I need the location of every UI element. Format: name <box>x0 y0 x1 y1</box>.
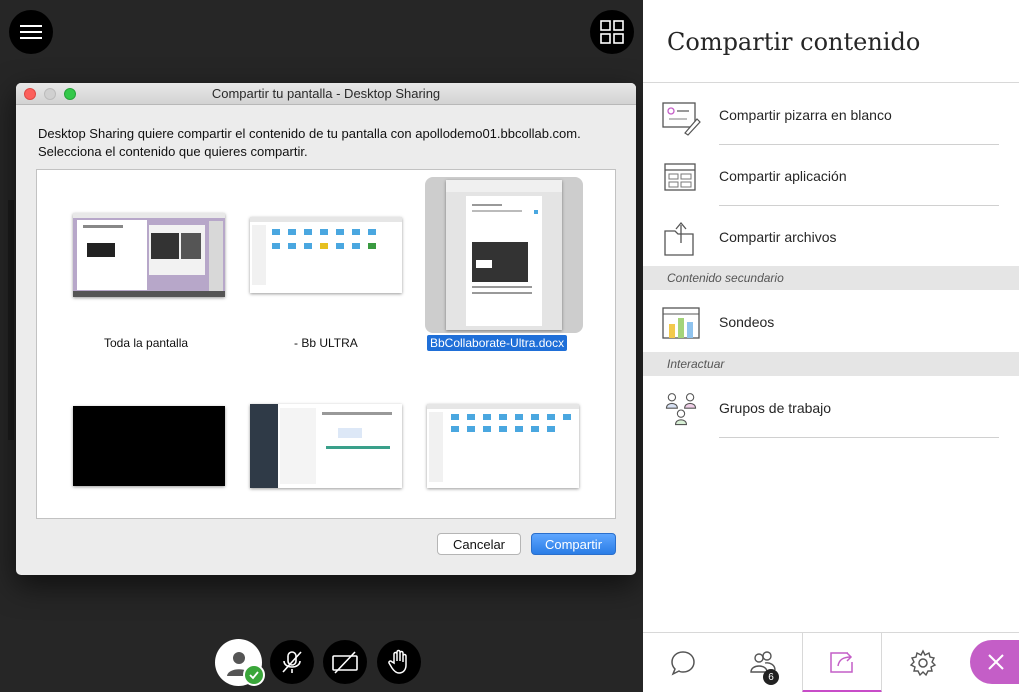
divider <box>719 437 999 438</box>
section-interact: Interactuar <box>643 352 1019 376</box>
dialog-title: Compartir tu pantalla - Desktop Sharing <box>211 86 441 101</box>
share-whiteboard-label: Compartir pizarra en blanco <box>719 107 892 123</box>
thumbnail-label: - Bb ULTRA <box>294 336 358 350</box>
share-application-label: Compartir aplicación <box>719 168 847 184</box>
breakout-groups-label: Grupos de trabajo <box>719 400 832 416</box>
minimize-window-button[interactable] <box>44 88 56 100</box>
check-icon <box>249 671 259 680</box>
dialog-message-line1: Desktop Sharing quiere compartir el cont… <box>38 126 581 141</box>
stage-edge <box>8 200 14 440</box>
session-stage: Compartir tu pantalla - Desktop Sharing … <box>0 0 643 692</box>
share-files-option[interactable]: Compartir archivos <box>643 207 1019 267</box>
window-preview-image <box>250 217 402 293</box>
share-button[interactable]: Compartir <box>531 533 616 555</box>
close-window-button[interactable] <box>24 88 36 100</box>
thumbnail-black-window[interactable] <box>73 406 225 486</box>
breakout-groups-option[interactable]: Grupos de trabajo <box>643 378 1019 438</box>
camera-off-icon <box>332 651 358 674</box>
thumbnail-label-selected: BbCollaborate-Ultra.docx <box>427 335 568 351</box>
share-whiteboard-option[interactable]: Compartir pizarra en blanco <box>643 85 1019 145</box>
thumbnail-collaborate-window[interactable] <box>250 404 402 488</box>
app-preview-image <box>250 404 402 488</box>
tab-share-content[interactable] <box>802 633 882 692</box>
divider <box>719 205 999 206</box>
dialog-message: Desktop Sharing quiere compartir el cont… <box>38 125 628 161</box>
share-application-option[interactable]: Compartir aplicación <box>643 146 1019 206</box>
collaborate-panel-tabs: 6 <box>643 632 1019 692</box>
tab-participants[interactable] <box>723 633 803 692</box>
layout-button[interactable] <box>590 10 634 54</box>
folder-preview-image <box>427 404 579 488</box>
thumbnail-whole-screen[interactable] <box>73 213 225 297</box>
thumbnail-bb-ultra[interactable] <box>250 217 402 293</box>
gear-icon <box>909 649 937 677</box>
camera-button[interactable] <box>323 640 367 684</box>
dialog-titlebar: Compartir tu pantalla - Desktop Sharing <box>16 83 636 105</box>
application-window-icon <box>664 163 696 191</box>
zoom-window-button[interactable] <box>64 88 76 100</box>
participants-count-badge: 6 <box>763 669 779 685</box>
screen-preview-image <box>73 213 225 297</box>
whiteboard-icon <box>662 102 701 136</box>
polls-chart-icon <box>662 307 700 339</box>
chat-icon <box>671 651 695 676</box>
menu-icon <box>20 25 42 39</box>
polls-label: Sondeos <box>719 314 775 330</box>
share-files-icon <box>664 221 694 256</box>
thumbnail-finder-window[interactable] <box>427 404 579 488</box>
share-content-icon <box>830 651 853 673</box>
raise-hand-icon <box>388 649 407 674</box>
section-secondary-content: Contenido secundario <box>643 266 1019 290</box>
microphone-button[interactable] <box>270 640 314 684</box>
thumbnail-label: Toda la pantalla <box>104 336 189 350</box>
divider <box>719 144 999 145</box>
groups-icon <box>665 393 697 426</box>
share-screen-dialog: Compartir tu pantalla - Desktop Sharing … <box>16 83 636 575</box>
dialog-message-line2: Selecciona el contenido que quieres comp… <box>38 144 308 159</box>
document-preview-image <box>446 180 562 330</box>
thumbnail-collaborate-docx[interactable] <box>446 180 562 330</box>
grid-layout-icon <box>600 20 624 44</box>
share-source-list: Toda la pantalla - Bb ULTRA BbCollaborat… <box>36 169 616 519</box>
divider <box>643 82 1019 83</box>
close-icon <box>988 654 1004 670</box>
share-files-label: Compartir archivos <box>719 229 837 245</box>
menu-button[interactable] <box>9 10 53 54</box>
tab-chat[interactable] <box>643 633 723 692</box>
polls-option[interactable]: Sondeos <box>643 292 1019 352</box>
panel-title: Compartir contenido <box>667 28 921 56</box>
close-panel-button[interactable] <box>970 640 1019 684</box>
tab-settings[interactable] <box>883 633 963 692</box>
status-available-badge <box>243 664 265 686</box>
cancel-button[interactable]: Cancelar <box>437 533 521 555</box>
microphone-muted-icon <box>282 651 302 673</box>
raise-hand-button[interactable] <box>377 640 421 684</box>
share-content-panel: Compartir contenido Compartir pizarra en… <box>643 0 1019 692</box>
